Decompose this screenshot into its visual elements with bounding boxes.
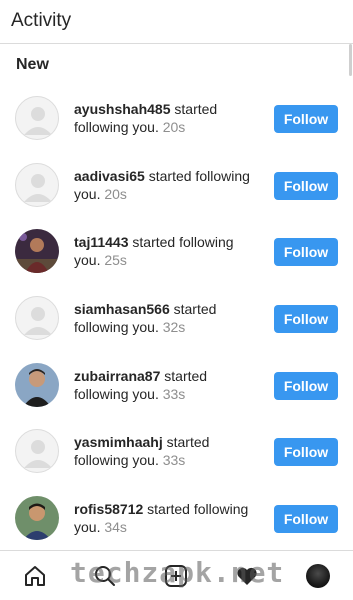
username-link[interactable]: rofis58712 xyxy=(74,501,143,517)
activity-row: rofis58712 started following you. 34s Fo… xyxy=(0,484,353,551)
tab-new-post[interactable] xyxy=(141,551,211,600)
default-avatar-icon xyxy=(24,107,52,135)
add-post-icon xyxy=(165,565,187,587)
user-photo xyxy=(15,362,59,407)
tab-activity[interactable] xyxy=(212,551,282,600)
avatar[interactable] xyxy=(15,429,59,474)
follow-button[interactable]: Follow xyxy=(274,238,338,267)
follow-button[interactable]: Follow xyxy=(274,305,338,334)
timestamp: 33s xyxy=(158,385,186,402)
username-link[interactable]: yasmimhaahj xyxy=(74,434,163,450)
timestamp: 25s xyxy=(100,252,127,269)
timestamp: 32s xyxy=(158,319,186,336)
activity-list: ayushshah485 started following you. 20s … xyxy=(0,84,353,551)
follow-button[interactable]: Follow xyxy=(274,171,338,200)
profile-avatar xyxy=(306,564,330,588)
activity-text: aadivasi65 started following you. 20s xyxy=(74,167,260,203)
avatar[interactable] xyxy=(15,496,59,541)
username-link[interactable]: taj11443 xyxy=(74,234,129,250)
user-photo xyxy=(15,229,59,274)
activity-text: ayushshah485 started following you. 20s xyxy=(74,100,260,136)
follow-button[interactable]: Follow xyxy=(274,371,338,400)
avatar[interactable] xyxy=(15,296,59,341)
username-link[interactable]: aadivasi65 xyxy=(74,168,145,184)
default-avatar-icon xyxy=(24,173,52,202)
section-title-new: New xyxy=(16,56,49,73)
activity-row: yasmimhaahj started following you. 33s F… xyxy=(0,417,353,484)
username-link[interactable]: ayushshah485 xyxy=(74,101,171,117)
follow-button[interactable]: Follow xyxy=(274,505,338,534)
activity-text: taj11443 started following you. 25s xyxy=(74,233,260,269)
default-avatar-icon xyxy=(24,307,52,336)
activity-row: ayushshah485 started following you. 20s … xyxy=(0,84,353,151)
tab-profile[interactable] xyxy=(283,551,353,600)
timestamp: 33s xyxy=(158,452,186,469)
tab-home[interactable] xyxy=(0,551,70,600)
avatar[interactable] xyxy=(15,96,59,140)
top-bar: Activity xyxy=(0,0,353,44)
user-photo xyxy=(15,496,59,541)
timestamp: 20s xyxy=(158,119,186,135)
avatar[interactable] xyxy=(15,362,59,407)
activity-row: zubairrana87 started following you. 33s … xyxy=(0,351,353,418)
activity-text: rofis58712 started following you. 34s xyxy=(74,500,260,536)
activity-text: siamhasan566 started following you. 32s xyxy=(74,300,260,336)
scrollbar[interactable] xyxy=(349,44,352,76)
activity-row: aadivasi65 started following you. 20s Fo… xyxy=(0,151,353,218)
avatar[interactable] xyxy=(15,162,59,207)
follow-button[interactable]: Follow xyxy=(274,438,338,467)
heart-icon xyxy=(237,567,257,585)
avatar[interactable] xyxy=(15,229,59,274)
default-avatar-icon xyxy=(24,440,52,469)
timestamp: 34s xyxy=(100,519,127,536)
activity-text: yasmimhaahj started following you. 33s xyxy=(74,433,260,469)
username-link[interactable]: siamhasan566 xyxy=(74,301,170,317)
tab-search[interactable] xyxy=(70,551,140,600)
activity-row: taj11443 started following you. 25s Foll… xyxy=(0,217,353,284)
search-icon xyxy=(95,566,115,586)
timestamp: 20s xyxy=(100,185,127,202)
activity-row: siamhasan566 started following you. 32s … xyxy=(0,284,353,351)
page-title: Activity xyxy=(11,10,72,31)
activity-text: zubairrana87 started following you. 33s xyxy=(74,367,260,403)
home-icon xyxy=(25,566,45,586)
bottom-tab-bar xyxy=(0,550,353,600)
follow-button[interactable]: Follow xyxy=(274,105,338,133)
username-link[interactable]: zubairrana87 xyxy=(74,368,160,384)
